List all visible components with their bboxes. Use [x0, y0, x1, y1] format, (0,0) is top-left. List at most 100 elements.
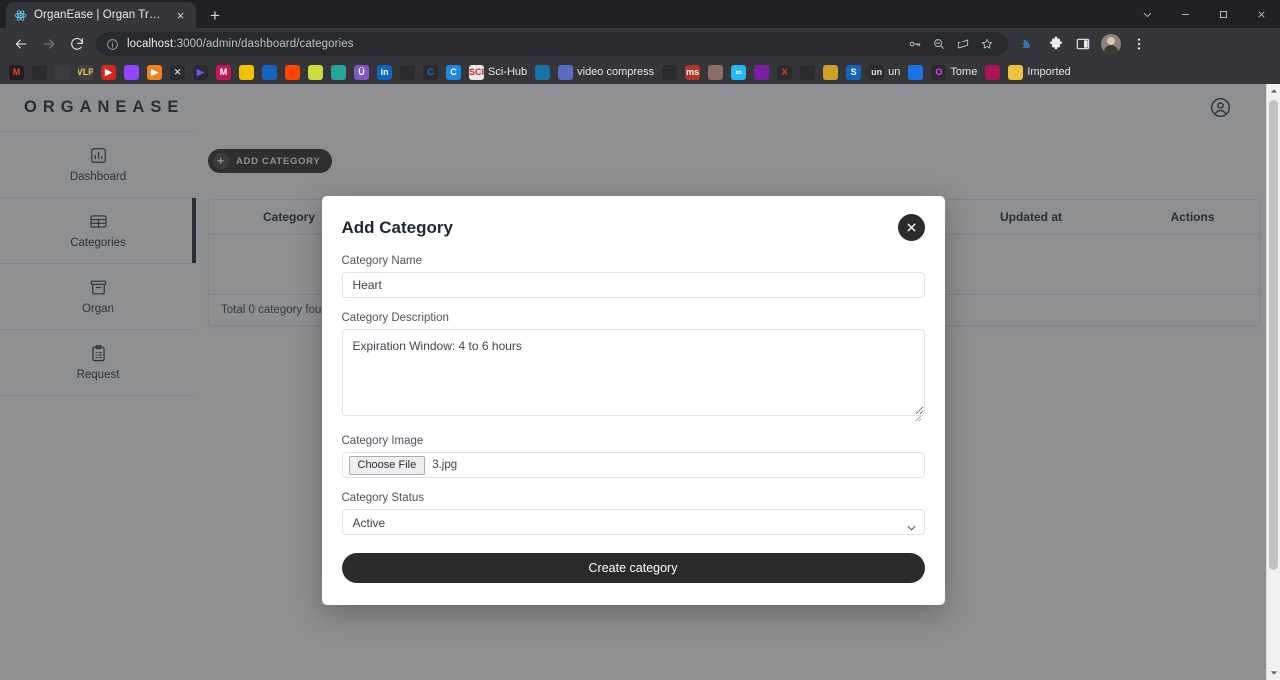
bookmark-sci-hub[interactable]: SCI Sci-Hub: [467, 62, 529, 82]
maximize-icon[interactable]: [1204, 0, 1242, 28]
bookmark-green-leaf[interactable]: [798, 62, 817, 82]
category-description-textarea[interactable]: Expiration Window: 4 to 6 hours: [341, 329, 925, 416]
category-name-field: Category Name: [341, 255, 925, 298]
chevron-down-icon[interactable]: [1128, 0, 1166, 28]
more-menu-icon[interactable]: [1126, 31, 1152, 57]
reddit-icon: [285, 64, 300, 80]
close-window-icon[interactable]: [1242, 0, 1280, 28]
choose-file-button[interactable]: Choose File: [348, 455, 426, 475]
bookmark-reddit[interactable]: [283, 62, 302, 82]
create-category-button[interactable]: Create category: [341, 553, 925, 583]
tab-close-icon[interactable]: ×: [173, 8, 188, 23]
purple-w-icon: [754, 64, 770, 80]
zoom-out-icon[interactable]: [928, 33, 950, 55]
info-circle-icon[interactable]: [106, 38, 119, 51]
react-atom-icon: [14, 9, 27, 22]
browser-tab[interactable]: OrganEase | Organ Transfer ×: [6, 2, 196, 28]
profile-avatar[interactable]: [1101, 34, 1121, 54]
purple-play-icon: ▶: [193, 64, 208, 80]
key-icon[interactable]: [904, 33, 926, 55]
star-icon[interactable]: [976, 33, 998, 55]
bookmark-gmail[interactable]: M: [7, 62, 26, 82]
bookmarks-bar: M VLP ▶ ▶ ✕ ▶ M Üin C C SCI Sci-Hub video compress ms…: [0, 60, 1280, 84]
scroll-up-arrow-icon[interactable]: [1267, 84, 1280, 98]
c-blue-icon: C: [446, 64, 461, 80]
category-name-input[interactable]: [341, 272, 925, 298]
new-tab-button[interactable]: +: [202, 2, 228, 28]
orange-play-icon: ▶: [147, 64, 162, 80]
forward-arrow-icon[interactable]: [36, 31, 62, 57]
category-description-field: Category Description Expiration Window: …: [341, 312, 925, 422]
x-red-icon: X: [777, 64, 793, 80]
twitch-icon: [124, 64, 139, 80]
scroll-down-arrow-icon[interactable]: [1267, 666, 1280, 680]
back-arrow-icon[interactable]: [8, 31, 34, 57]
modal-overlay[interactable]: Add Category Category Name Category Desc…: [0, 84, 1266, 680]
green-cube-icon: [662, 64, 678, 80]
bookmark-purple-play[interactable]: ▶: [191, 62, 210, 82]
bookmark-un[interactable]: un un: [867, 62, 902, 82]
green-seal-icon: [331, 64, 346, 80]
bookmark-vlp[interactable]: VLP: [76, 62, 95, 82]
address-bar-url: localhost:3000/admin/dashboard/categorie…: [127, 38, 354, 50]
bookmark-green-seal[interactable]: [329, 62, 348, 82]
imported-folder-icon: [1008, 64, 1024, 80]
bookmark-u-circle[interactable]: Ü: [352, 62, 371, 82]
reload-icon[interactable]: [64, 31, 90, 57]
bookmark-map-tan[interactable]: [821, 62, 840, 82]
bookmark-google-photos[interactable]: [30, 62, 49, 82]
bookmark-x-red[interactable]: X: [775, 62, 794, 82]
film-reel-icon: [262, 64, 277, 80]
bookmark-mega[interactable]: M: [214, 62, 233, 82]
bookmark-youtube[interactable]: ▶: [99, 62, 118, 82]
gmail-icon: M: [9, 64, 24, 80]
bookmark-pink-circle[interactable]: [983, 62, 1002, 82]
category-image-field: Category Image Choose File 3.jpg: [341, 435, 925, 478]
category-status-select[interactable]: Active: [341, 509, 925, 535]
bookmark-c-blue[interactable]: C: [444, 62, 463, 82]
s-blue-icon: S: [846, 64, 862, 80]
bookmark-brown-thumb[interactable]: [706, 62, 725, 82]
linkedin-icon: in: [377, 64, 392, 80]
green-leaf-icon: [800, 64, 816, 80]
scrollbar-thumb[interactable]: [1269, 100, 1278, 570]
bookmark-ms-red[interactable]: ms: [683, 62, 702, 82]
bookmark-globe[interactable]: [53, 62, 72, 82]
bookmark-yellow-face[interactable]: [237, 62, 256, 82]
map-tan-icon: [823, 64, 839, 80]
browser-window: OrganEase | Organ Transfer × +: [0, 0, 1280, 680]
cast-icon[interactable]: [1016, 31, 1042, 57]
url-host: localhost: [127, 38, 174, 50]
bookmark-linkedin[interactable]: in: [375, 62, 394, 82]
navigation-toolbar: localhost:3000/admin/dashboard/categorie…: [0, 28, 1280, 60]
app-root: ORGANEASE Dashboard: [0, 84, 1280, 680]
bookmark-coursera[interactable]: C: [421, 62, 440, 82]
file-input[interactable]: Choose File 3.jpg: [341, 452, 925, 478]
close-icon[interactable]: [897, 214, 925, 241]
bookmark-contact-card[interactable]: [306, 62, 325, 82]
side-panel-icon[interactable]: [1070, 31, 1096, 57]
bookmark-orange-play[interactable]: ▶: [145, 62, 164, 82]
bookmark-teal-tag[interactable]: [533, 62, 552, 82]
bookmark-imported-folder[interactable]: Imported: [1006, 62, 1072, 82]
bookmark-green-cube[interactable]: [660, 62, 679, 82]
extensions-puzzle-icon[interactable]: [1043, 31, 1069, 57]
bookmark-purple-w[interactable]: [752, 62, 771, 82]
teal-tag-icon: [535, 64, 551, 80]
sci-hub-icon: SCI: [469, 64, 484, 80]
bookmark-label: un: [888, 66, 901, 78]
bookmark-video-compress[interactable]: video compress: [556, 62, 656, 82]
bookmark-twitch[interactable]: [122, 62, 141, 82]
bookmark-github[interactable]: [398, 62, 417, 82]
address-bar[interactable]: localhost:3000/admin/dashboard/categorie…: [96, 32, 1008, 56]
bookmark-tome[interactable]: O Tome: [929, 62, 979, 82]
vlp-icon: VLP: [78, 64, 93, 80]
bookmark-x-mark[interactable]: ✕: [168, 62, 187, 82]
bookmark-infinity-blue[interactable]: ∞: [729, 62, 748, 82]
share-icon[interactable]: [952, 33, 974, 55]
bookmark-film-reel[interactable]: [260, 62, 279, 82]
page-scrollbar[interactable]: [1266, 84, 1280, 680]
minimize-icon[interactable]: [1166, 0, 1204, 28]
bookmark-blue-doc[interactable]: [906, 62, 925, 82]
bookmark-s-blue[interactable]: S: [844, 62, 863, 82]
